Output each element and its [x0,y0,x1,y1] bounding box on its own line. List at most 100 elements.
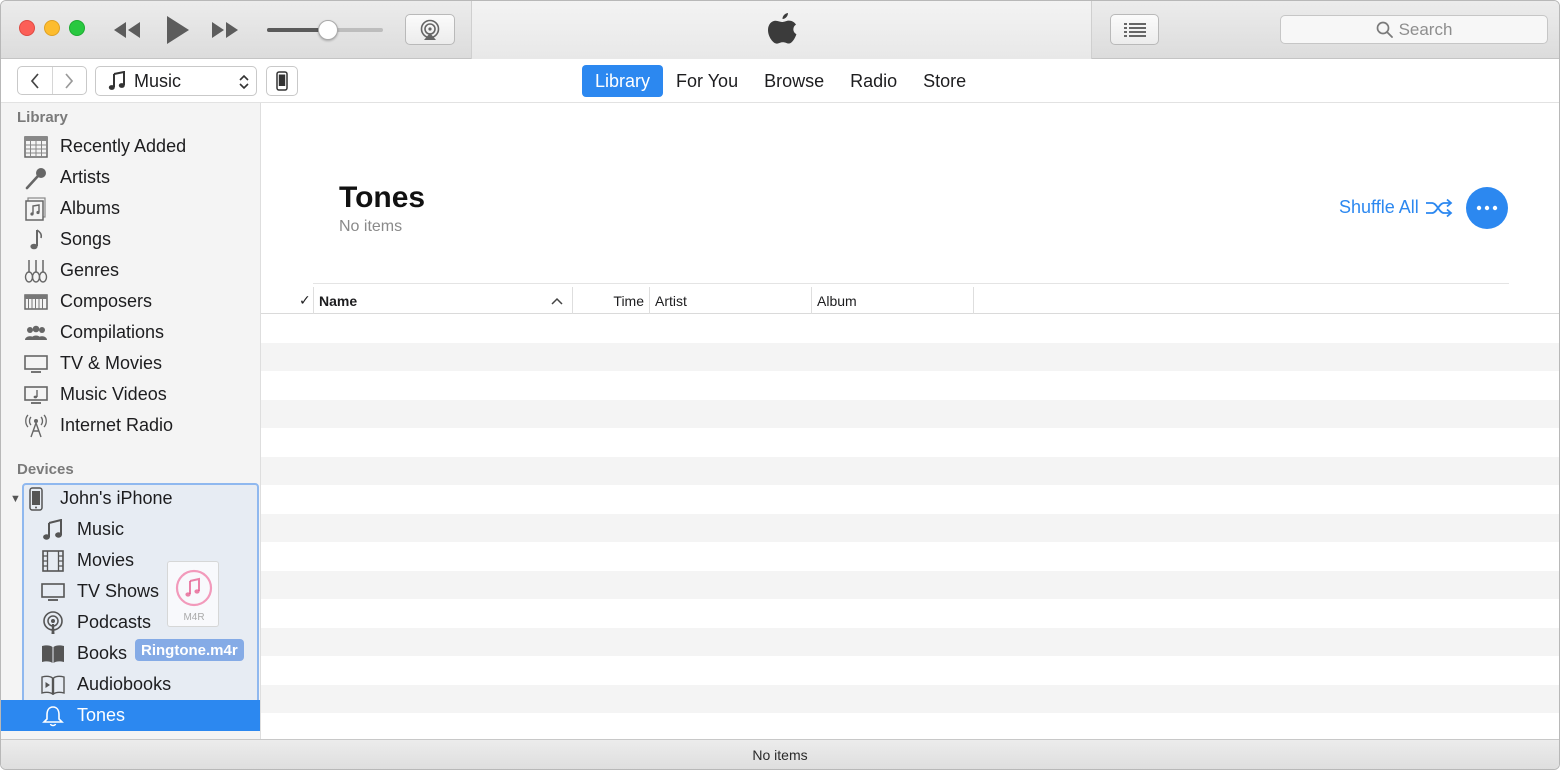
tab-for-you[interactable]: For You [663,65,751,97]
table-row-stripe [261,571,1559,599]
sidebar-device-item-tv-shows[interactable]: TV Shows [1,576,260,607]
navigation-bar: Music Library For You Browse Radio Store [1,59,1559,103]
library-section-heading: Library [17,109,68,126]
column-header-time[interactable]: Time [573,287,644,314]
sidebar-item-songs[interactable]: Songs [1,224,260,255]
column-header-name[interactable]: Name [319,287,569,314]
microphone-icon [23,165,49,191]
sidebar-item-label: Internet Radio [60,415,174,435]
sidebar-item-music-videos[interactable]: Music Videos [1,379,260,410]
back-button[interactable] [18,67,52,94]
play-icon [167,16,189,44]
music-note-icon [108,71,125,90]
sidebar-item-artists[interactable]: Artists [1,162,260,193]
table-row-stripe [261,457,1559,485]
sidebar-item-label: Music [77,519,125,539]
chevron-right-icon [65,72,74,89]
column-separator [649,287,650,314]
grid-calendar-icon [23,134,49,160]
tab-browse[interactable]: Browse [751,65,837,97]
column-header-album[interactable]: Album [817,287,967,314]
table-row-stripe [261,514,1559,542]
chevron-left-icon [30,72,39,89]
up-down-chevron-icon [239,74,249,90]
music-video-icon [23,382,49,408]
sidebar-item-internet-radio[interactable]: Internet Radio [1,410,260,441]
column-header-artist[interactable]: Artist [655,287,805,314]
rewind-button[interactable] [109,15,145,45]
search-placeholder: Search [1398,19,1453,39]
sidebar-item-compilations[interactable]: Compilations [1,317,260,348]
empty-track-list [261,315,1559,739]
table-row-stripe [261,400,1559,428]
column-separator [313,287,314,314]
sidebar-device-item-music[interactable]: Music [1,514,260,545]
airplay-icon [420,19,440,40]
device-button[interactable] [266,66,298,96]
airplay-button[interactable] [405,14,455,45]
dragged-file-name: Ringtone.m4r [135,639,244,661]
minimize-window-button[interactable] [44,20,60,36]
sidebar-item-label: Movies [77,550,135,570]
sidebar-item-label: Composers [60,291,153,311]
tab-library[interactable]: Library [582,65,664,97]
close-window-button[interactable] [19,20,35,36]
sidebar-item-tv-movies[interactable]: TV & Movies [1,348,260,379]
up-next-list-button[interactable] [1110,14,1159,45]
dragged-file-extension: M4R [183,612,205,623]
sidebar-device-item-tones[interactable]: Tones [1,700,260,731]
sort-ascending-icon [551,297,563,305]
devices-section-heading: Devices [17,461,74,478]
zoom-window-button[interactable] [69,20,85,36]
column-separator [811,287,812,314]
list-icon [1123,22,1146,37]
sidebar-device-iphone[interactable]: John's iPhone [1,483,260,514]
rewind-icon [114,22,140,38]
tab-radio[interactable]: Radio [837,65,910,97]
sidebar-item-label: Artists [60,167,111,187]
sidebar-item-genres[interactable]: Genres [1,255,260,286]
table-row-stripe [261,628,1559,656]
film-icon [40,548,66,574]
antenna-icon [23,413,49,439]
shuffle-icon [1425,198,1453,217]
play-button[interactable] [159,15,195,45]
music-note-icon [40,517,66,543]
status-text: No items [752,747,808,763]
sidebar-device-item-movies[interactable]: Movies [1,545,260,576]
dragged-file-ghost[interactable]: M4R [167,561,219,627]
audiobook-icon [40,672,66,698]
shuffle-all-button[interactable]: Shuffle All [1339,197,1453,218]
sidebar-item-composers[interactable]: Composers [1,286,260,317]
volume-slider[interactable] [267,20,383,40]
page-title: Tones [339,181,426,214]
music-note-icon [23,227,49,253]
main-content: Tones No items Shuffle All ✓ Name Time A… [261,103,1559,739]
sidebar-device-item-podcasts[interactable]: Podcasts [1,607,260,638]
ellipsis-icon [1476,205,1498,211]
sidebar-item-label: TV & Movies [60,353,163,373]
sidebar-item-label: Songs [60,229,112,249]
column-header-name-label: Name [319,292,358,309]
sidebar-item-albums[interactable]: Albums [1,193,260,224]
album-icon [23,196,49,222]
apple-logo-display [471,1,1092,59]
bell-icon [40,703,66,729]
tab-store[interactable]: Store [910,65,979,97]
header-divider [313,283,1509,284]
search-field[interactable]: Search [1280,15,1548,44]
sidebar: Library Recently Added Artists Albums So… [1,103,261,739]
sidebar-item-label: TV Shows [77,581,160,601]
sidebar-item-label: Music Videos [60,384,167,404]
fast-forward-button[interactable] [207,15,243,45]
back-forward-control [17,66,87,95]
apple-logo-icon [767,13,796,44]
column-header-check[interactable]: ✓ [299,287,313,314]
sidebar-device-item-audiobooks[interactable]: Audiobooks [1,669,260,700]
volume-knob[interactable] [318,20,339,40]
tv-icon [23,351,49,377]
media-kind-select[interactable]: Music [95,66,257,96]
forward-button[interactable] [51,67,87,94]
more-options-button[interactable] [1466,187,1508,229]
sidebar-item-recently-added[interactable]: Recently Added [1,131,260,162]
